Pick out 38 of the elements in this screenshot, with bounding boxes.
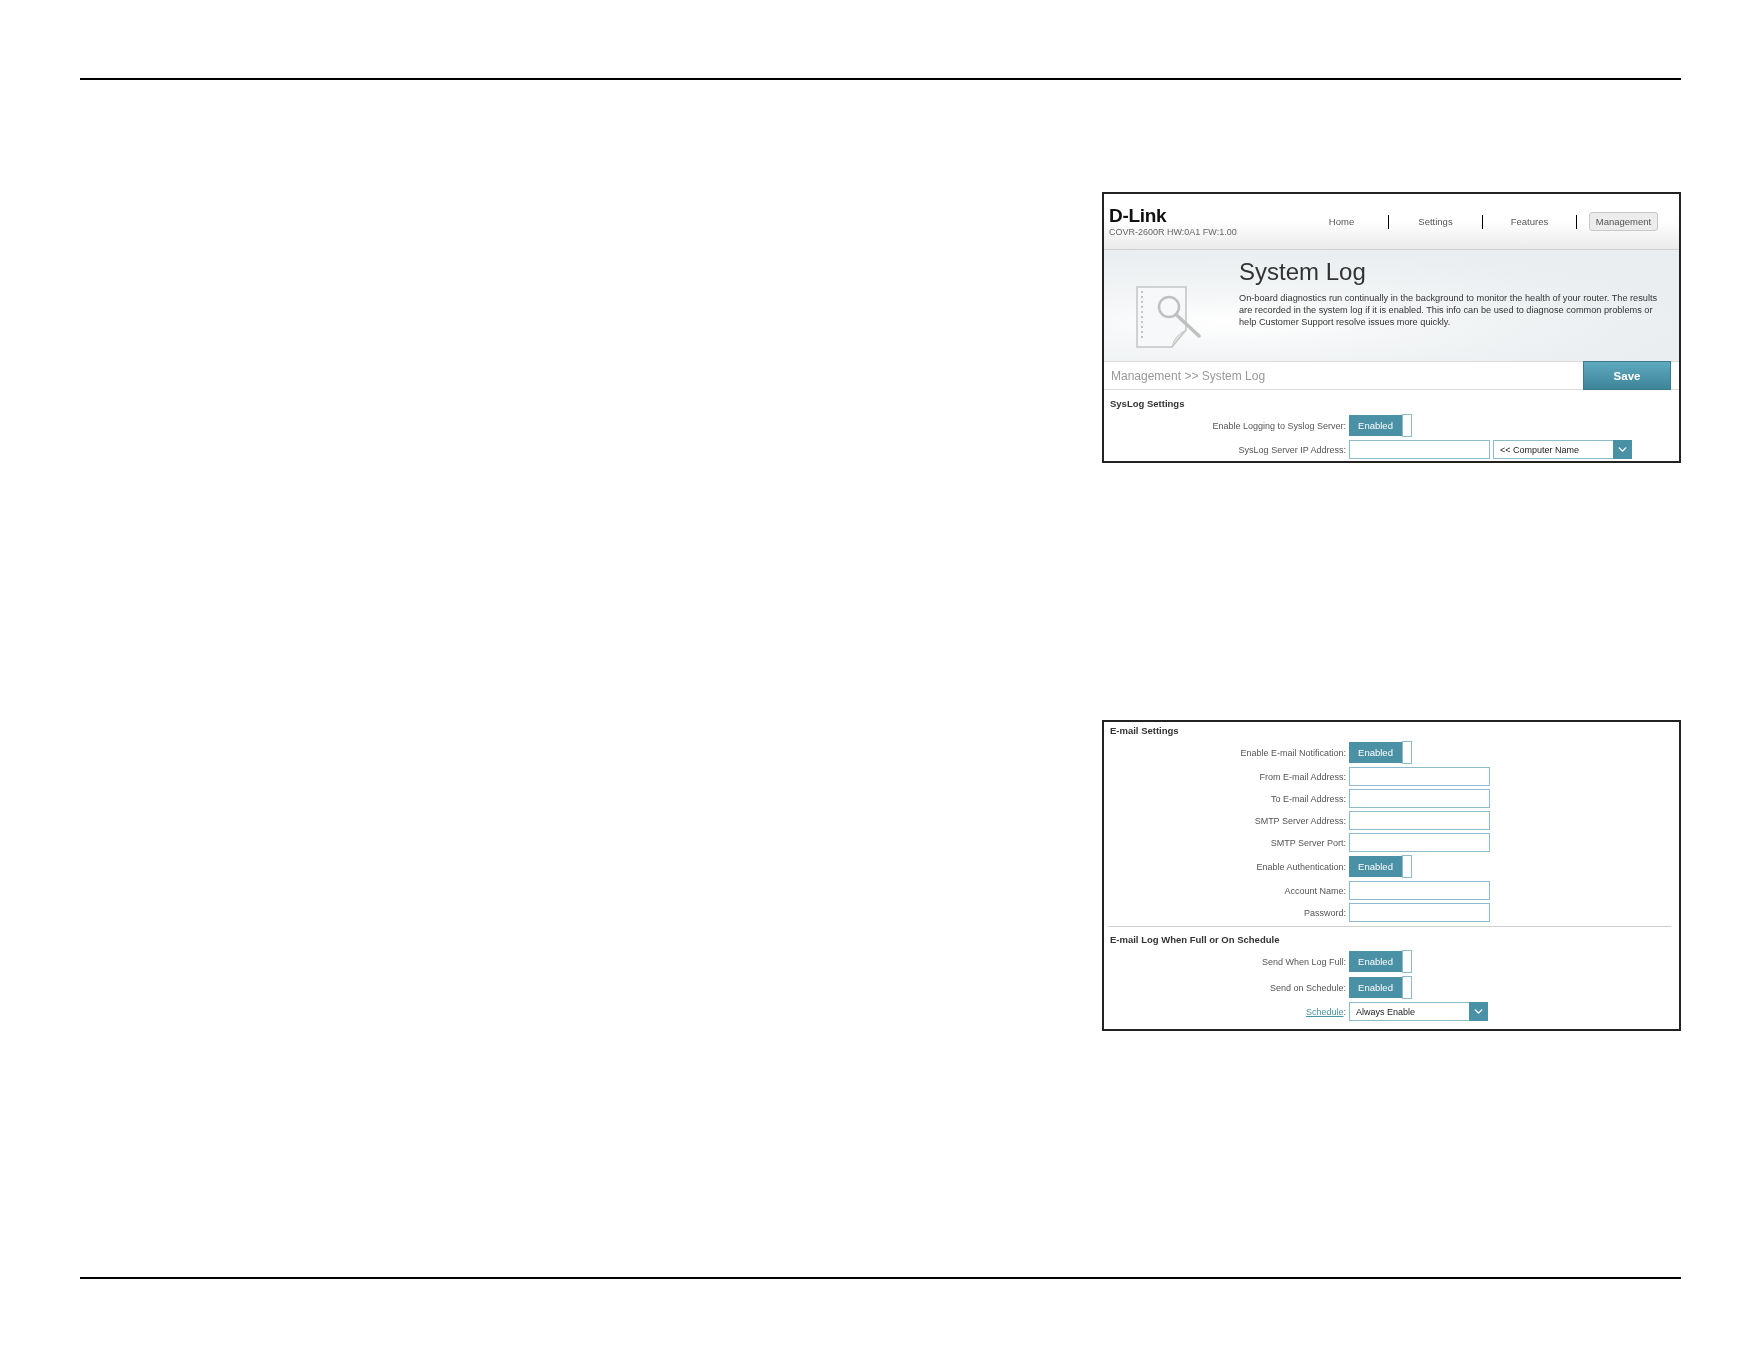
field-label: Send When Log Full: bbox=[1261, 955, 1346, 968]
field-label: Enable Authentication: bbox=[1256, 860, 1346, 873]
field-label: Password: bbox=[1303, 906, 1346, 919]
field-label: Enable E-mail Notification: bbox=[1240, 746, 1346, 759]
input-field[interactable] bbox=[1349, 903, 1490, 922]
section-title: E-mail Log When Full or On Schedule bbox=[1110, 934, 1280, 945]
dropdown[interactable]: << Computer Name bbox=[1493, 440, 1632, 459]
field-label: Account Name: bbox=[1284, 884, 1346, 897]
document-search-icon bbox=[1136, 286, 1202, 348]
input-field[interactable] bbox=[1349, 767, 1490, 786]
description-text: On-board diagnostics run continually in the background to monitor the health of your router. The results are recorded in the system log if it is enabled. This info can be used to diagnose common problems or help Customer Support resolve issues more quickly. bbox=[1239, 292, 1659, 328]
field-label: Schedule: bbox=[1305, 1005, 1346, 1018]
nav-tab[interactable]: Features bbox=[1508, 212, 1551, 231]
field-label: Enable Logging to Syslog Server: bbox=[1212, 419, 1346, 432]
page-title: System Log bbox=[1239, 258, 1367, 286]
nav-tab[interactable]: Settings bbox=[1416, 212, 1455, 231]
field-label: To E-mail Address: bbox=[1270, 792, 1346, 805]
field-label: Send on Schedule: bbox=[1269, 981, 1346, 994]
input-field[interactable] bbox=[1349, 811, 1490, 830]
model-text: COVR-2600R HW:0A1 FW:1.00 bbox=[1109, 227, 1238, 237]
field-label: SMTP Server Port: bbox=[1270, 836, 1346, 849]
field-label: SMTP Server Address: bbox=[1254, 814, 1346, 827]
breadcrumb: Management >> System Log bbox=[1110, 368, 1266, 383]
input-field[interactable] bbox=[1349, 833, 1490, 852]
logo: D-Link bbox=[1109, 208, 1168, 224]
save-button[interactable]: Save bbox=[1583, 361, 1671, 390]
section-title: E-mail Settings bbox=[1110, 725, 1179, 736]
field-label: From E-mail Address: bbox=[1259, 770, 1346, 783]
input-field[interactable] bbox=[1349, 440, 1490, 459]
nav-tab[interactable]: Management bbox=[1589, 212, 1658, 231]
chevron-down-icon bbox=[1469, 1002, 1488, 1021]
dropdown[interactable]: Always Enable bbox=[1349, 1002, 1488, 1021]
field-label: SysLog Server IP Address: bbox=[1238, 443, 1346, 456]
chevron-down-icon bbox=[1613, 440, 1632, 459]
section-title: SysLog Settings bbox=[1110, 398, 1185, 409]
input-field[interactable] bbox=[1349, 881, 1490, 900]
nav-tab[interactable]: Home bbox=[1326, 212, 1357, 231]
input-field[interactable] bbox=[1349, 789, 1490, 808]
